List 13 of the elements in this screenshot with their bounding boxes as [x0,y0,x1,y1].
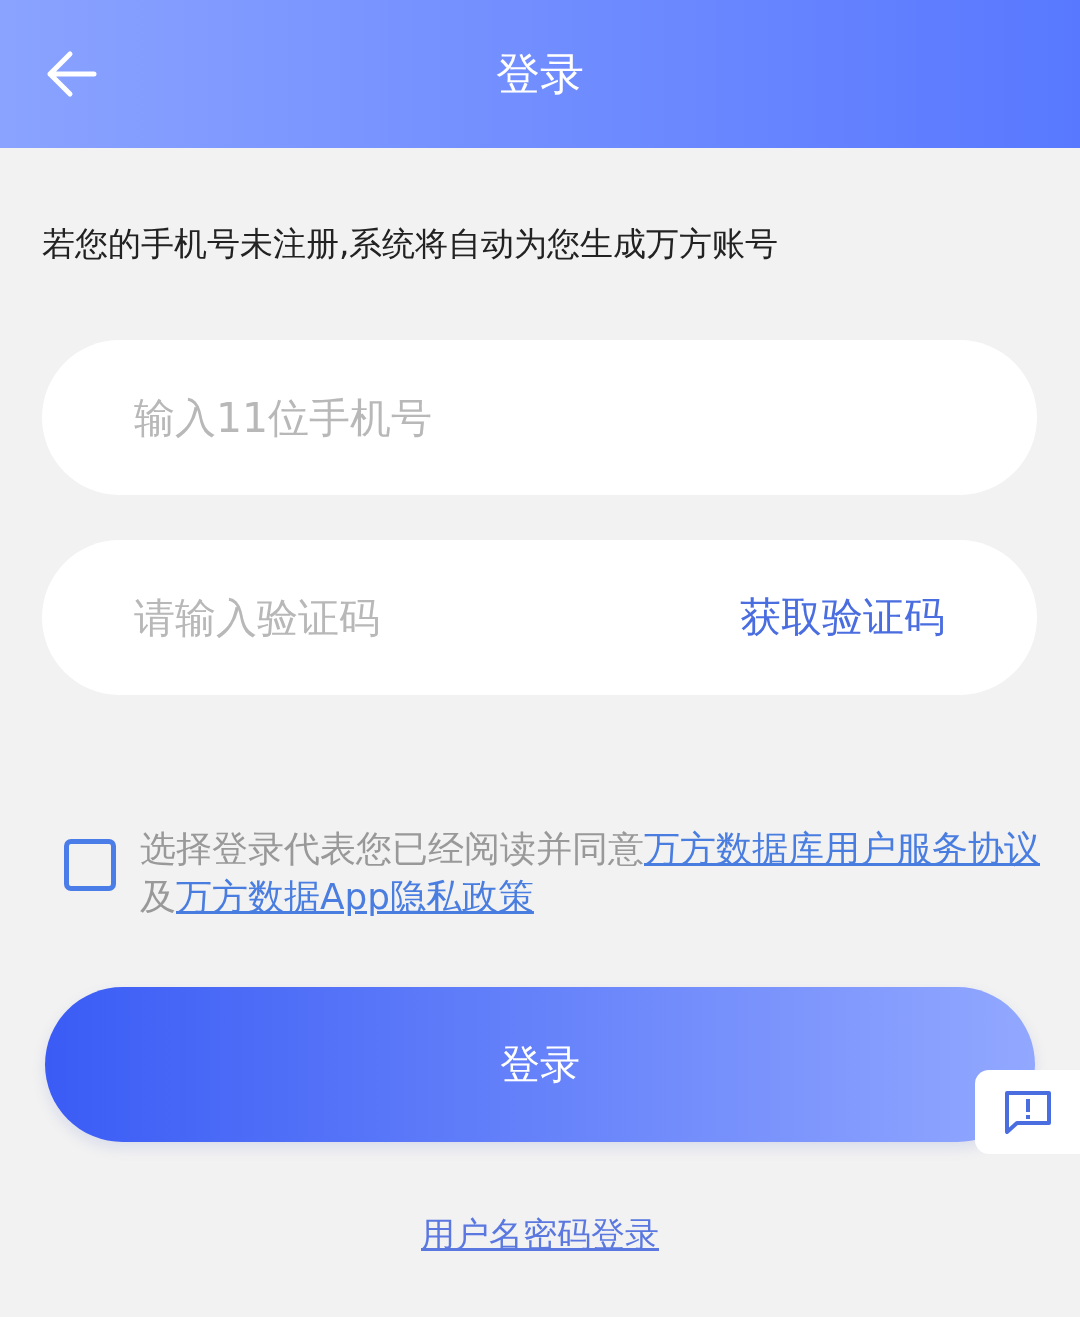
feedback-icon [1003,1090,1052,1134]
agreement-checkbox[interactable] [64,839,116,891]
get-code-button[interactable]: 获取验证码 [740,590,945,645]
agreement-link[interactable]: 万方数据库用户服务协议 [644,828,1040,869]
feedback-button[interactable] [975,1070,1080,1154]
notice-text: 若您的手机号未注册,系统将自动为您生成万方账号 [42,223,780,265]
password-login-link[interactable]: 用户名密码登录 [421,1214,659,1254]
page-title: 登录 [496,46,584,101]
code-field[interactable]: 请输入验证码 [134,593,740,642]
agreement-link[interactable]: 万方数据App隐私政策 [176,876,534,917]
agreement-text: 选择登录代表您已经阅读并同意万方数据库用户服务协议 及万方数据App隐私政策 [140,827,1041,919]
login-button[interactable]: 登录 [45,987,1035,1142]
phone-field[interactable]: 输入11位手机号 [42,340,1037,495]
